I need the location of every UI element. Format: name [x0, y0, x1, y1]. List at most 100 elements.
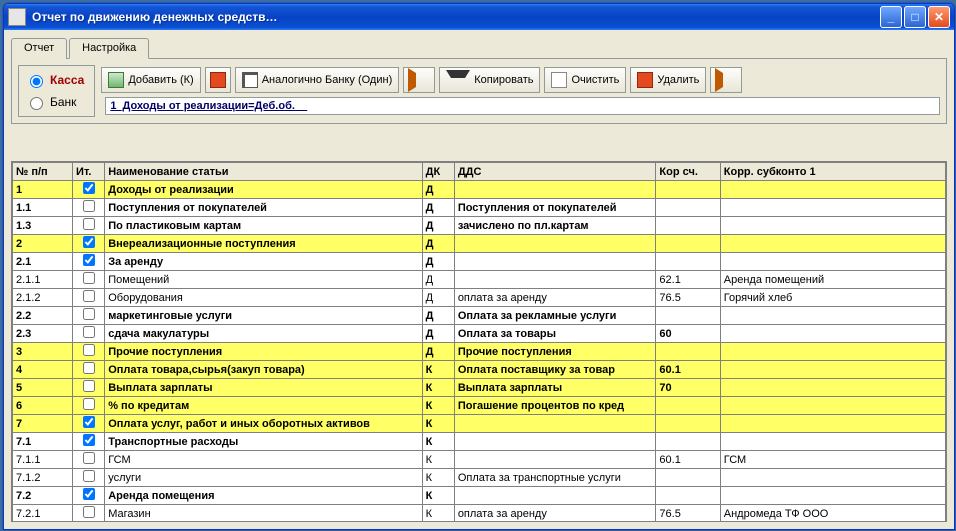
- cell-kor[interactable]: [656, 397, 720, 415]
- col-it[interactable]: Ит.: [73, 163, 105, 181]
- cell-sub[interactable]: [720, 217, 945, 235]
- cell-sub[interactable]: Горячий хлеб: [720, 289, 945, 307]
- cell-kor[interactable]: 60.1: [656, 451, 720, 469]
- cell-it[interactable]: [73, 271, 105, 289]
- cell-it[interactable]: [73, 487, 105, 505]
- cell-dk[interactable]: К: [422, 451, 454, 469]
- cell-dds[interactable]: [454, 253, 656, 271]
- table-row[interactable]: 2.3сдача макулатурыДОплата за товары60: [13, 325, 946, 343]
- it-checkbox[interactable]: [83, 344, 95, 356]
- cell-npp[interactable]: 7.2: [13, 487, 73, 505]
- delete-button[interactable]: Удалить: [630, 67, 706, 93]
- cell-dk[interactable]: Д: [422, 235, 454, 253]
- table-row[interactable]: 2.1.1ПомещенийД62.1Аренда помещений: [13, 271, 946, 289]
- cell-dds[interactable]: [454, 235, 656, 253]
- it-checkbox[interactable]: [83, 488, 95, 500]
- cell-npp[interactable]: 4: [13, 361, 73, 379]
- cell-kor[interactable]: [656, 235, 720, 253]
- cell-sub[interactable]: ГСМ: [720, 451, 945, 469]
- cell-dds[interactable]: Прочие поступления: [454, 343, 656, 361]
- cell-it[interactable]: [73, 379, 105, 397]
- cell-sub[interactable]: [720, 487, 945, 505]
- cell-sub[interactable]: [720, 253, 945, 271]
- cell-it[interactable]: [73, 235, 105, 253]
- cell-sub[interactable]: Андромеда ТФ ООО: [720, 505, 945, 523]
- cell-kor[interactable]: [656, 253, 720, 271]
- cell-dds[interactable]: оплата за аренду: [454, 289, 656, 307]
- it-checkbox[interactable]: [83, 380, 95, 392]
- cell-kor[interactable]: 76.5: [656, 505, 720, 523]
- cell-npp[interactable]: 7: [13, 415, 73, 433]
- cell-name[interactable]: услуги: [105, 469, 422, 487]
- cell-npp[interactable]: 7.2.1: [13, 505, 73, 523]
- cell-dds[interactable]: [454, 451, 656, 469]
- cell-sub[interactable]: [720, 379, 945, 397]
- cell-npp[interactable]: 5: [13, 379, 73, 397]
- cell-dds[interactable]: [454, 487, 656, 505]
- tab-report[interactable]: Отчет: [11, 38, 67, 59]
- cell-sub[interactable]: [720, 199, 945, 217]
- table-row[interactable]: 2.1.2ОборудованияДоплата за аренду76.5Го…: [13, 289, 946, 307]
- table-row[interactable]: 1.1Поступления от покупателейДПоступлени…: [13, 199, 946, 217]
- table-row[interactable]: 7.1.1ГСМК60.1ГСМ: [13, 451, 946, 469]
- cell-dds[interactable]: Выплата зарплаты: [454, 379, 656, 397]
- it-checkbox[interactable]: [83, 218, 95, 230]
- col-kor[interactable]: Кор сч.: [656, 163, 720, 181]
- cell-sub[interactable]: [720, 325, 945, 343]
- cell-sub[interactable]: [720, 415, 945, 433]
- cell-npp[interactable]: 7.1: [13, 433, 73, 451]
- cell-sub[interactable]: [720, 433, 945, 451]
- it-checkbox[interactable]: [83, 272, 95, 284]
- cell-dds[interactable]: Оплата за рекламные услуги: [454, 307, 656, 325]
- it-checkbox[interactable]: [83, 254, 95, 266]
- table-row[interactable]: 3Прочие поступленияДПрочие поступления: [13, 343, 946, 361]
- cell-dk[interactable]: Д: [422, 253, 454, 271]
- data-grid[interactable]: № п/п Ит. Наименование статьи ДК ДДС Кор…: [11, 161, 947, 522]
- move-button[interactable]: [403, 67, 435, 93]
- cell-dk[interactable]: Д: [422, 343, 454, 361]
- cell-kor[interactable]: [656, 487, 720, 505]
- it-checkbox[interactable]: [83, 290, 95, 302]
- cell-dk[interactable]: Д: [422, 325, 454, 343]
- cell-dk[interactable]: Д: [422, 271, 454, 289]
- cell-dk[interactable]: К: [422, 415, 454, 433]
- cell-npp[interactable]: 7.1.2: [13, 469, 73, 487]
- cell-npp[interactable]: 2.3: [13, 325, 73, 343]
- cell-npp[interactable]: 1.1: [13, 199, 73, 217]
- it-checkbox[interactable]: [83, 236, 95, 248]
- formula-field[interactable]: 1_Доходы от реализации=Деб.об.__: [105, 97, 940, 115]
- cell-dds[interactable]: [454, 433, 656, 451]
- cell-dk[interactable]: К: [422, 433, 454, 451]
- cell-dds[interactable]: Оплата за транспортные услуги: [454, 469, 656, 487]
- cell-it[interactable]: [73, 199, 105, 217]
- cell-kor[interactable]: [656, 469, 720, 487]
- cell-name[interactable]: Магазин: [105, 505, 422, 523]
- cell-dk[interactable]: К: [422, 361, 454, 379]
- cell-kor[interactable]: [656, 199, 720, 217]
- cell-kor[interactable]: 60.1: [656, 361, 720, 379]
- cell-dds[interactable]: [454, 271, 656, 289]
- cell-kor[interactable]: [656, 415, 720, 433]
- cell-kor[interactable]: 76.5: [656, 289, 720, 307]
- cell-it[interactable]: [73, 325, 105, 343]
- cell-name[interactable]: За аренду: [105, 253, 422, 271]
- cell-kor[interactable]: [656, 307, 720, 325]
- cell-sub[interactable]: [720, 469, 945, 487]
- it-checkbox[interactable]: [83, 416, 95, 428]
- cell-name[interactable]: сдача макулатуры: [105, 325, 422, 343]
- cell-name[interactable]: % по кредитам: [105, 397, 422, 415]
- it-checkbox[interactable]: [83, 434, 95, 446]
- cell-it[interactable]: [73, 343, 105, 361]
- cell-name[interactable]: Помещений: [105, 271, 422, 289]
- table-row[interactable]: 2.1За арендуД: [13, 253, 946, 271]
- cell-kor[interactable]: 62.1: [656, 271, 720, 289]
- it-checkbox[interactable]: [83, 506, 95, 518]
- cell-name[interactable]: Внереализационные поступления: [105, 235, 422, 253]
- extra-button[interactable]: [710, 67, 742, 93]
- maximize-button[interactable]: □: [904, 6, 926, 28]
- minimize-button[interactable]: _: [880, 6, 902, 28]
- cell-dk[interactable]: Д: [422, 217, 454, 235]
- it-checkbox[interactable]: [83, 362, 95, 374]
- cell-name[interactable]: Поступления от покупателей: [105, 199, 422, 217]
- table-row[interactable]: 5Выплата зарплатыКВыплата зарплаты70: [13, 379, 946, 397]
